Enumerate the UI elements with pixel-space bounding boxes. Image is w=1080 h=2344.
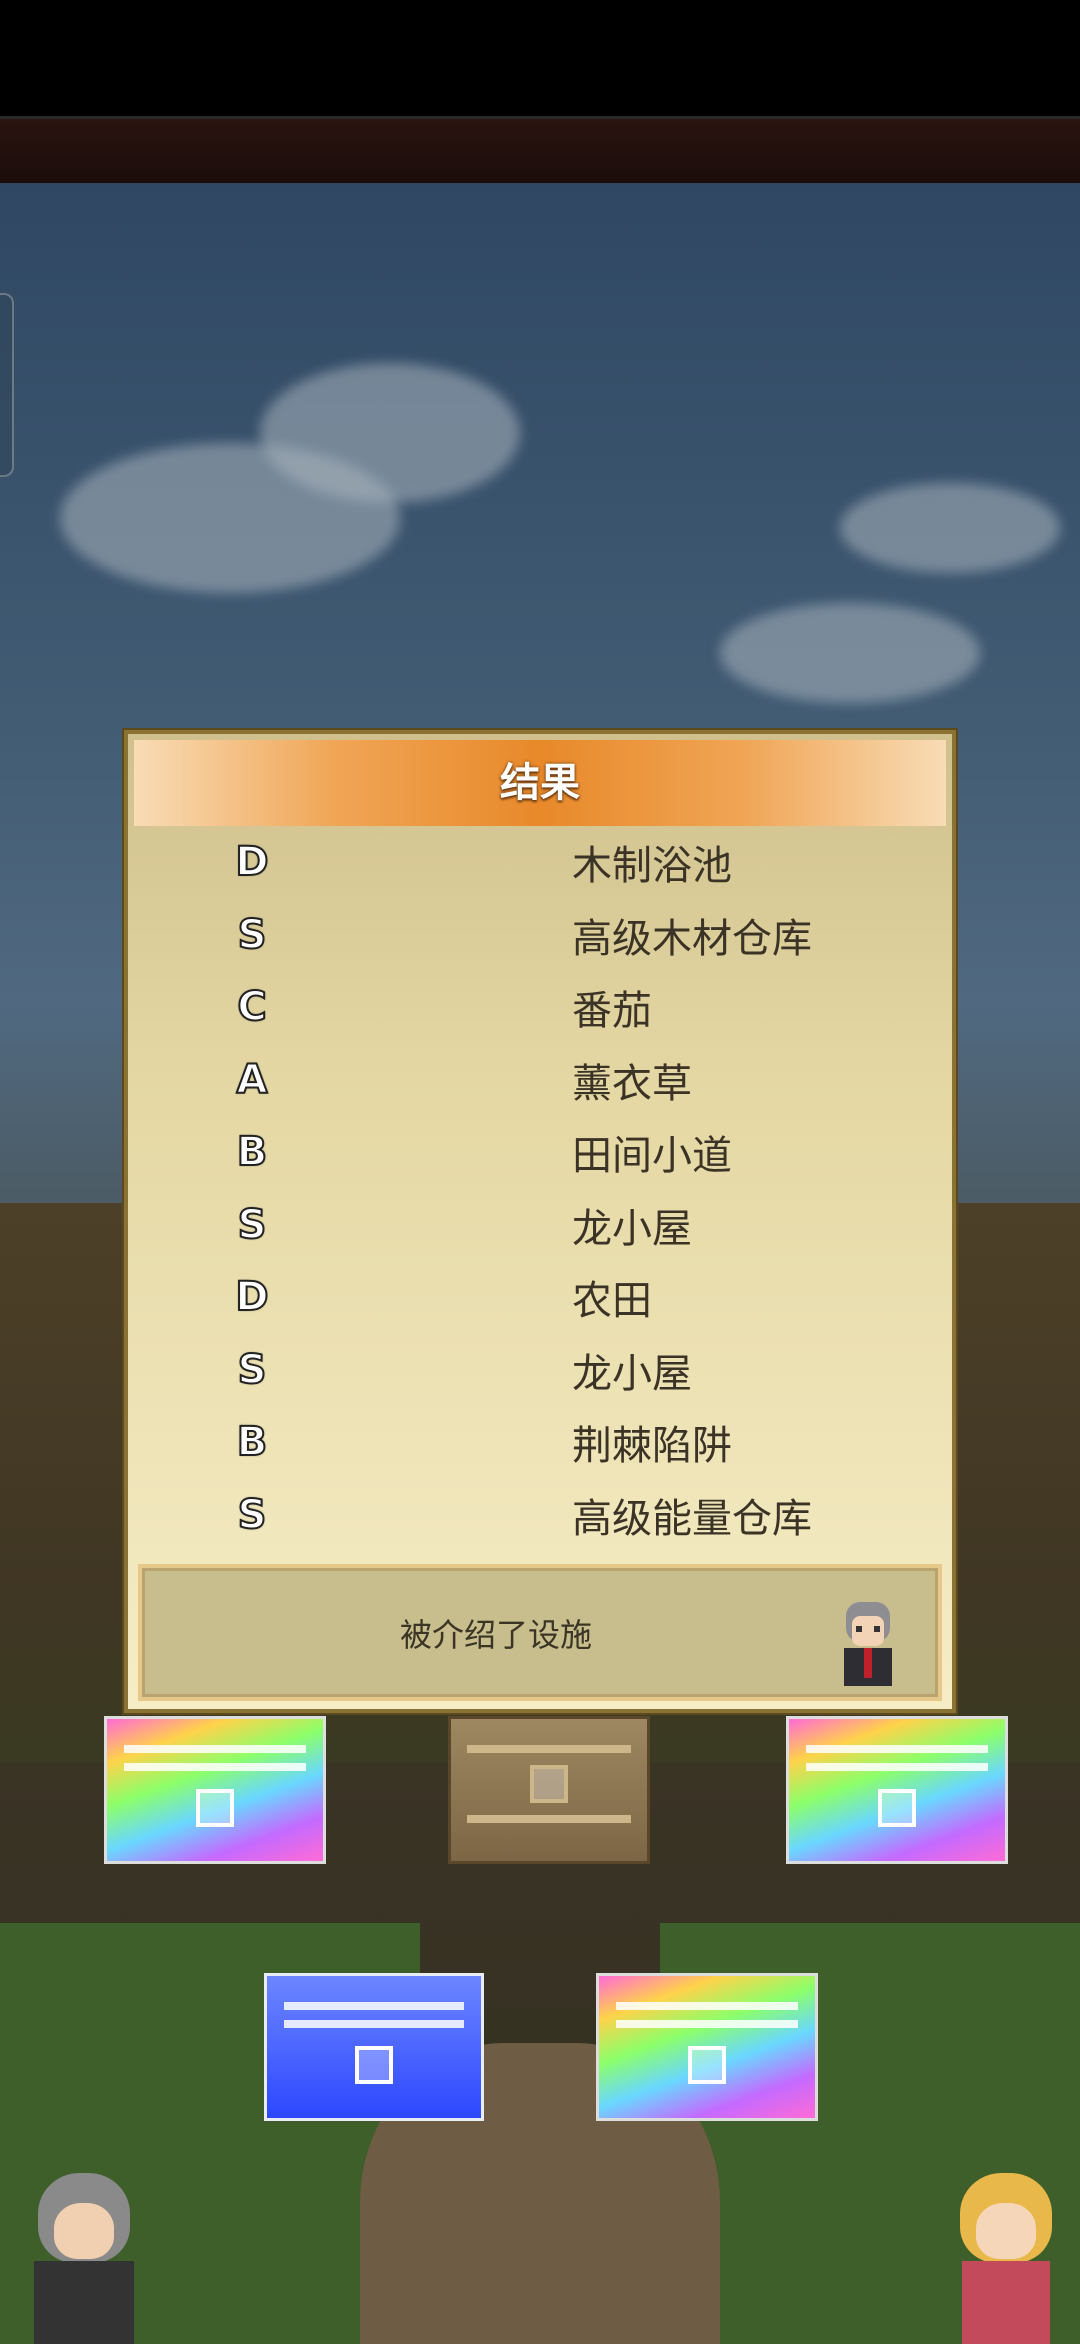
result-item: 龙小屋	[572, 1205, 692, 1252]
result-item: 荆棘陷阱	[572, 1423, 732, 1470]
result-grade: S	[237, 911, 268, 959]
rainbow-chest-1[interactable]	[104, 1716, 326, 1864]
result-grade: D	[234, 838, 269, 886]
result-grade: S	[237, 1491, 268, 1539]
result-row: S 龙小屋	[128, 1334, 952, 1407]
result-item: 高级木材仓库	[572, 915, 812, 962]
result-row: D 木制浴池	[128, 826, 952, 899]
result-row: B 荆棘陷阱	[128, 1406, 952, 1479]
result-row: D 农田	[128, 1261, 952, 1334]
character-blonde-girl	[946, 2173, 1066, 2344]
rainbow-chest-2[interactable]	[786, 1716, 1008, 1864]
result-row: S 高级能量仓库	[128, 1479, 952, 1552]
result-row: B 田间小道	[128, 1116, 952, 1189]
result-grade: A	[236, 1056, 269, 1104]
result-row: S 龙小屋	[128, 1189, 952, 1262]
npc-portrait	[832, 1598, 904, 1688]
message-text: 被介绍了设施	[399, 1615, 592, 1654]
result-grade: D	[234, 1273, 269, 1321]
result-item: 农田	[572, 1278, 652, 1325]
result-row: C 番茄	[128, 971, 952, 1044]
cloud	[260, 363, 520, 503]
result-row: A 薰衣草	[128, 1044, 952, 1117]
result-grade: B	[236, 1418, 269, 1466]
cloud	[840, 483, 1060, 573]
result-item: 田间小道	[572, 1133, 732, 1180]
blue-chest[interactable]	[264, 1973, 484, 2121]
result-item: 龙小屋	[572, 1350, 692, 1397]
result-grade: S	[237, 1346, 268, 1394]
rainbow-chest-3[interactable]	[596, 1973, 818, 2121]
result-item: 木制浴池	[572, 843, 732, 890]
result-grade: B	[236, 1128, 269, 1176]
wooden-chest[interactable]	[448, 1716, 650, 1864]
status-bar	[0, 0, 1080, 119]
result-item: 番茄	[572, 988, 652, 1035]
result-grade: C	[236, 983, 267, 1031]
dialog-title: 结果	[134, 740, 946, 826]
side-panel-tab[interactable]	[0, 293, 14, 477]
result-item: 薰衣草	[572, 1060, 692, 1107]
top-header-strip	[0, 119, 1080, 183]
cloud	[720, 603, 980, 703]
result-grade: S	[237, 1201, 268, 1249]
character-old-man	[24, 2173, 144, 2344]
results-dialog: 结果 D 木制浴池 S 高级木材仓库 C 番茄 A 薰衣草 B 田间小道 S 龙小屋 D 农田 S 龙小屋 B 荆…	[124, 730, 956, 1713]
message-box[interactable]: 被介绍了设施	[138, 1564, 942, 1701]
result-row: S 高级木材仓库	[128, 899, 952, 972]
result-item: 高级能量仓库	[572, 1495, 812, 1542]
results-list: D 木制浴池 S 高级木材仓库 C 番茄 A 薰衣草 B 田间小道 S 龙小屋 D 农田 S 龙小屋 B 荆棘陷阱…	[128, 826, 952, 1551]
